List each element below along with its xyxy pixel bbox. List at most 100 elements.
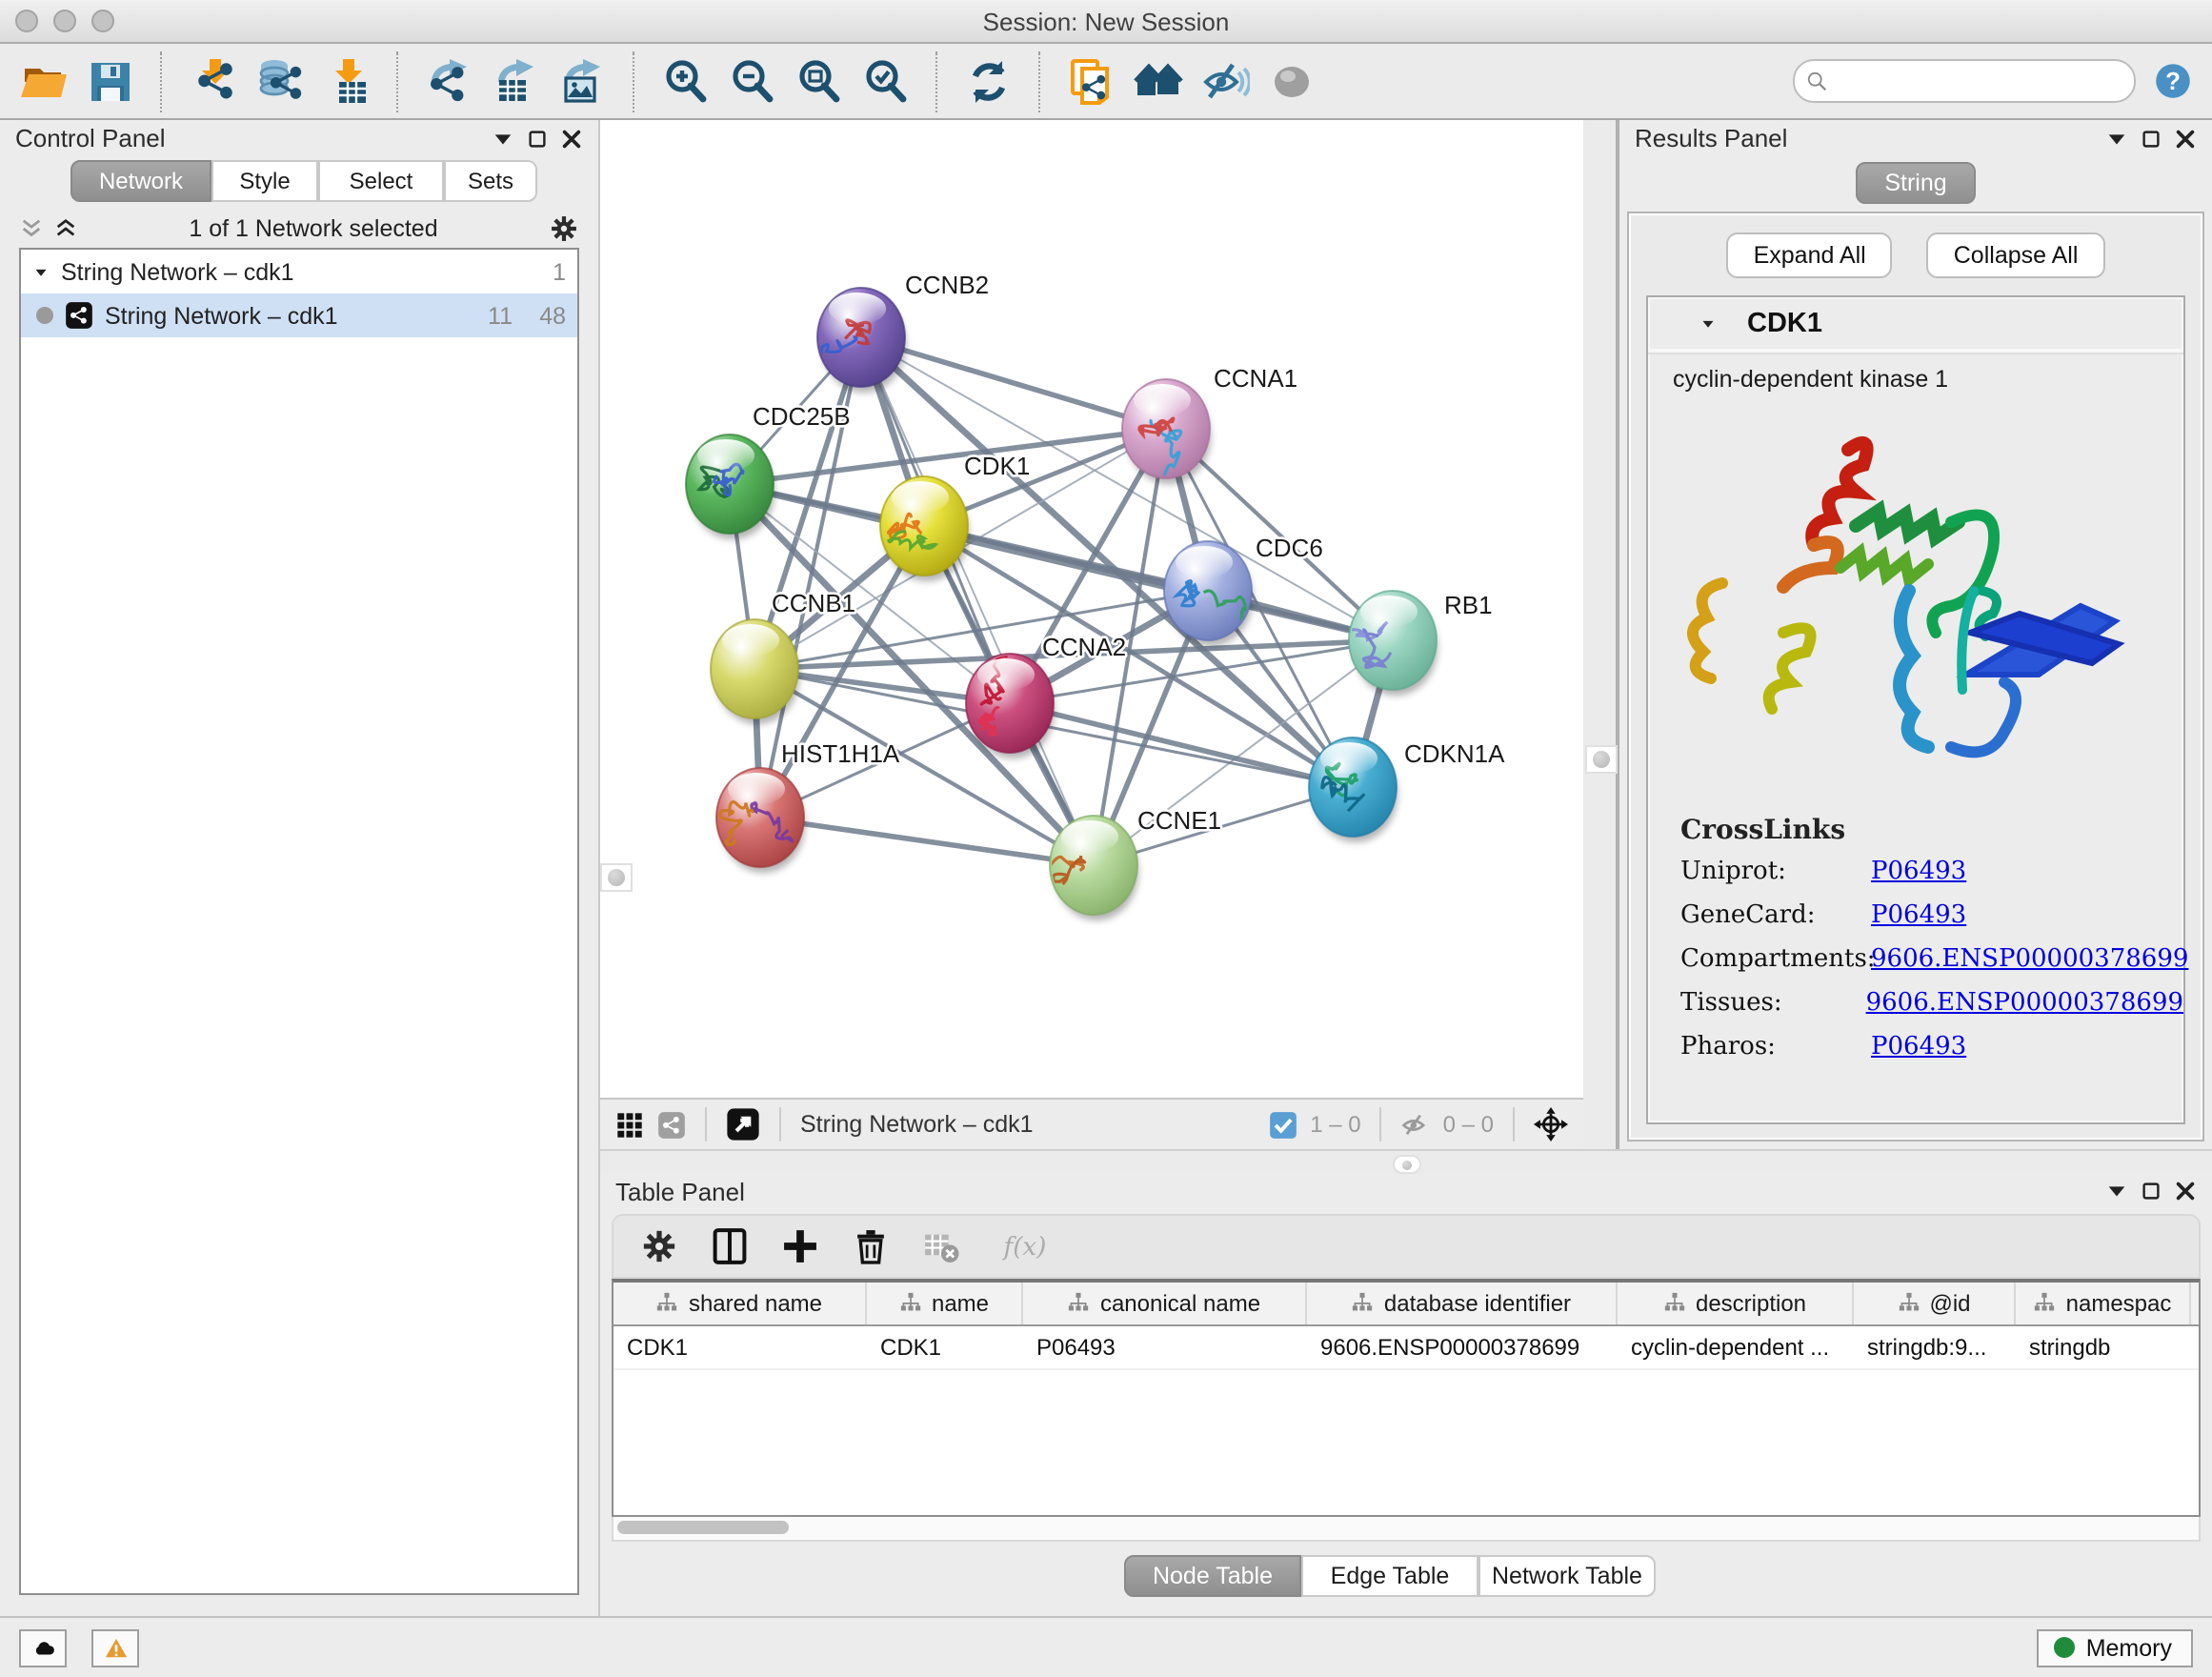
collapse-section-icon[interactable] bbox=[1699, 316, 1717, 332]
horizontal-splitter[interactable] bbox=[600, 1149, 2212, 1174]
panel-close-icon[interactable] bbox=[2174, 1181, 2197, 1203]
network-node-HIST1H1A[interactable]: HIST1H1A bbox=[716, 739, 900, 873]
protein-name: CDK1 bbox=[1747, 309, 1822, 339]
cloud-status-button[interactable] bbox=[19, 1628, 67, 1667]
scrollbar-thumb[interactable] bbox=[617, 1521, 789, 1534]
network-canvas[interactable]: CCNB2CCNA1CDC25BCDK1CDC6RB1CCNB1CCNA2CDK… bbox=[600, 120, 1583, 1098]
panel-close-icon[interactable] bbox=[560, 127, 583, 150]
crosslink-link[interactable]: 9606.ENSP00000378699 bbox=[1866, 989, 2183, 1018]
expand-all-button[interactable]: Expand All bbox=[1727, 232, 1893, 278]
column-header-database-identifier[interactable]: database identifier bbox=[1307, 1283, 1618, 1324]
import-table-icon[interactable] bbox=[322, 56, 372, 106]
crosslink-link[interactable]: P06493 bbox=[1871, 858, 1966, 886]
column-header-shared-name[interactable]: shared name bbox=[613, 1283, 867, 1324]
network-node-CCNE1[interactable]: CCNE1 bbox=[1008, 806, 1222, 920]
column-header-name[interactable]: name bbox=[867, 1283, 1023, 1324]
network-options-gear-icon[interactable] bbox=[549, 213, 579, 244]
expand-all-icon[interactable] bbox=[53, 217, 78, 240]
node-label-CCNB1: CCNB1 bbox=[772, 589, 855, 617]
export-table-icon[interactable] bbox=[492, 56, 541, 106]
open-session-icon[interactable] bbox=[19, 56, 69, 106]
tab-string[interactable]: String bbox=[1856, 162, 1975, 204]
panel-float-icon[interactable] bbox=[2140, 1181, 2162, 1203]
tab-sets[interactable]: Sets bbox=[444, 160, 537, 202]
control-panel-title: Control Panel bbox=[15, 124, 480, 152]
crosslink-link[interactable]: P06493 bbox=[1871, 901, 1966, 930]
import-network-icon[interactable] bbox=[189, 56, 238, 106]
search-input[interactable] bbox=[1837, 68, 2122, 94]
tab-edge-table[interactable]: Edge Table bbox=[1301, 1555, 1478, 1597]
network-edge-CCNB1-CDKN1A[interactable] bbox=[754, 669, 1353, 787]
shared-column-icon bbox=[1352, 1293, 1375, 1314]
apply-layout-icon[interactable] bbox=[964, 56, 1014, 106]
save-session-icon[interactable] bbox=[86, 56, 135, 106]
vertical-splitter[interactable] bbox=[1583, 120, 1619, 1149]
zoom-fit-content-icon[interactable] bbox=[794, 56, 844, 106]
crosslink-link[interactable]: 9606.ENSP00000378699 bbox=[1871, 945, 2188, 974]
selected-checkbox-icon[interactable] bbox=[1268, 1110, 1297, 1139]
tab-select[interactable]: Select bbox=[318, 160, 444, 202]
crosslink-row: Uniprot:P06493 bbox=[1680, 858, 2183, 886]
table-options-gear-icon[interactable] bbox=[640, 1227, 678, 1265]
network-edge-CCNB2-CCNE1[interactable] bbox=[861, 337, 1094, 865]
search-icon bbox=[1806, 70, 1829, 92]
table-row[interactable]: CDK1CDK1P064939606.ENSP00000378699cyclin… bbox=[613, 1326, 2199, 1370]
tree-expander-icon[interactable] bbox=[32, 264, 50, 279]
network-row[interactable]: String Network – cdk1 11 48 bbox=[21, 293, 577, 337]
table-cell: stringdb:9... bbox=[1854, 1326, 2016, 1368]
add-column-icon[interactable] bbox=[781, 1227, 819, 1265]
column-header-@id[interactable]: @id bbox=[1854, 1283, 2016, 1324]
search-box[interactable] bbox=[1793, 59, 2136, 103]
toolbar-separator bbox=[633, 51, 636, 111]
shared-column-icon bbox=[2034, 1293, 2057, 1314]
panel-menu-icon[interactable] bbox=[2105, 1181, 2128, 1203]
network-collection-row[interactable]: String Network – cdk1 1 bbox=[21, 250, 577, 293]
help-icon[interactable]: ? bbox=[2153, 61, 2193, 101]
delete-column-icon[interactable] bbox=[852, 1227, 890, 1265]
show-all-icon[interactable] bbox=[1134, 56, 1183, 106]
panel-splitter-grip[interactable] bbox=[600, 863, 633, 892]
network-edge-HIST1H1A-CCNE1[interactable] bbox=[760, 818, 1094, 865]
memory-button[interactable]: Memory bbox=[2037, 1628, 2193, 1667]
tab-network-table[interactable]: Network Table bbox=[1478, 1555, 1656, 1597]
network-node-CDC6[interactable]: CDC6 bbox=[1164, 534, 1323, 646]
warnings-button[interactable] bbox=[91, 1628, 139, 1667]
tab-style[interactable]: Style bbox=[211, 160, 318, 202]
grid-view-icon[interactable] bbox=[615, 1110, 644, 1139]
collapse-all-icon[interactable] bbox=[19, 217, 44, 240]
network-view-icon[interactable] bbox=[657, 1110, 686, 1139]
zoom-in-icon[interactable] bbox=[661, 56, 711, 106]
zoom-selected-icon[interactable] bbox=[861, 56, 911, 106]
column-header-namespac[interactable]: namespac bbox=[2016, 1283, 2191, 1324]
panel-close-icon[interactable] bbox=[2174, 127, 2197, 150]
crosslink-link[interactable]: P06493 bbox=[1871, 1033, 1966, 1061]
network-node-RB1[interactable]: RB1 bbox=[1328, 591, 1492, 696]
panel-menu-icon[interactable] bbox=[492, 127, 514, 150]
navigate-crosshair-icon[interactable] bbox=[1534, 1107, 1568, 1142]
first-neighbors-icon[interactable] bbox=[1067, 56, 1116, 106]
show-columns-icon[interactable] bbox=[711, 1227, 749, 1265]
shared-column-icon bbox=[1897, 1293, 1920, 1314]
network-status-dot bbox=[36, 307, 53, 324]
panel-float-icon[interactable] bbox=[526, 127, 549, 150]
export-network-icon[interactable] bbox=[425, 56, 474, 106]
collapse-all-button[interactable]: Collapse All bbox=[1927, 232, 2105, 278]
table-cell: P06493 bbox=[1023, 1326, 1307, 1368]
panel-float-icon[interactable] bbox=[2140, 127, 2162, 150]
tab-network[interactable]: Network bbox=[70, 160, 211, 202]
tab-node-table[interactable]: Node Table bbox=[1124, 1555, 1301, 1597]
selected-counts: 1 – 0 bbox=[1310, 1111, 1360, 1138]
panel-menu-icon[interactable] bbox=[2105, 127, 2128, 150]
table-horizontal-scrollbar[interactable] bbox=[612, 1517, 2201, 1542]
birds-eye-view-icon[interactable] bbox=[726, 1107, 760, 1142]
column-header-canonical-name[interactable]: canonical name bbox=[1023, 1283, 1307, 1324]
import-network-from-database-icon[interactable] bbox=[255, 56, 305, 106]
zoom-out-icon[interactable] bbox=[728, 56, 777, 106]
column-header-description[interactable]: description bbox=[1618, 1283, 1854, 1324]
network-node-CCNB2[interactable]: CCNB2 bbox=[791, 271, 989, 393]
network-node-CDKN1A[interactable]: CDKN1A bbox=[1309, 737, 1505, 842]
export-image-icon[interactable] bbox=[558, 56, 608, 106]
node-label-CDC6: CDC6 bbox=[1256, 534, 1323, 562]
hide-selected-icon[interactable] bbox=[1200, 56, 1250, 106]
network-node-CCNA1[interactable]: CCNA1 bbox=[1122, 364, 1297, 484]
